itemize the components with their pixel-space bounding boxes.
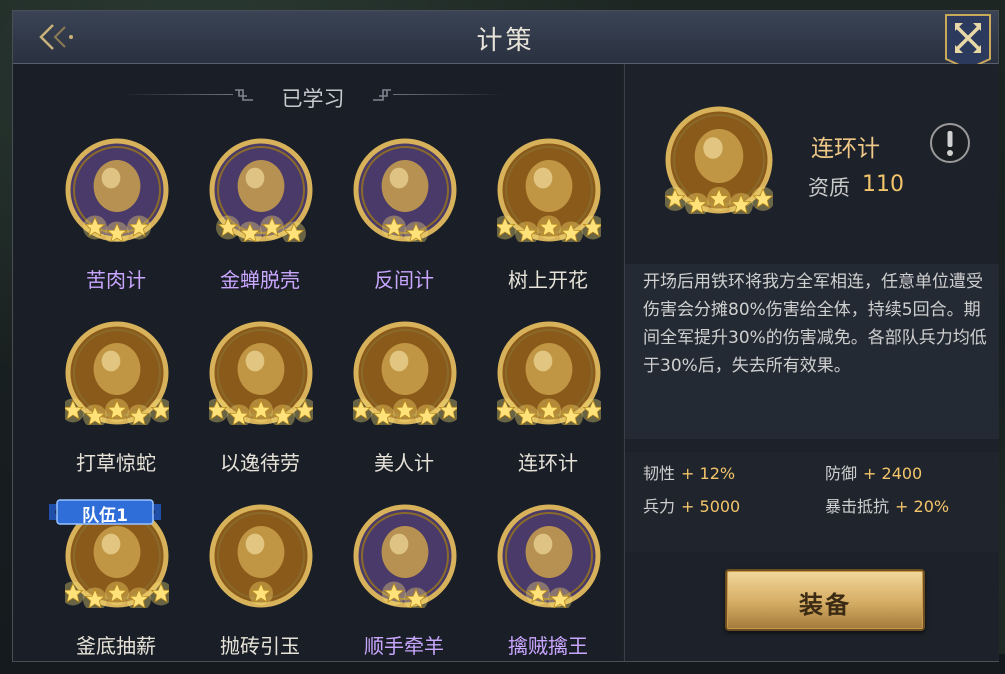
skill-item[interactable]: 以逸待劳 (195, 321, 325, 491)
detail-skill-name: 连环计 (811, 136, 880, 162)
skill-name: 金蝉脱壳 (220, 268, 300, 292)
quality-value: 110 (862, 172, 904, 197)
cicada-icon (209, 138, 313, 246)
skill-description: 开场后用铁环将我方全军相连，任意单位遭受伤害会分摊80%伤害给全体，持续5回合。… (643, 272, 987, 376)
detail-panel: 连环计 资质 110 开场后用铁环将我方全军相连，任意单位遭受伤害会分摊80%伤… (624, 64, 999, 661)
equip-button-label: 装备 (799, 591, 851, 619)
skill-name: 打草惊蛇 (76, 451, 156, 475)
skill-name: 釜底抽薪 (76, 634, 156, 658)
skill-name: 顺手牵羊 (364, 634, 444, 658)
equip-button[interactable]: 装备 (725, 569, 925, 631)
lotus-icon (493, 138, 605, 246)
close-icon[interactable] (943, 13, 993, 71)
chain-icon (663, 106, 775, 217)
brick-icon (209, 504, 313, 608)
skill-name: 抛砖引玉 (220, 634, 300, 658)
ornament-icon (373, 89, 391, 101)
warrior-icon (65, 138, 169, 246)
strategy-window: 计策 已学习 苦肉计 金蝉脱壳 反间计 树上开花打草惊蛇 以逸待劳 美人计 连环计队伍1 釜底… (12, 10, 999, 662)
divider-line (393, 94, 503, 95)
armor-icon (205, 321, 317, 429)
skill-item[interactable]: 苦肉计 (51, 138, 181, 308)
skill-name: 树上开花 (508, 268, 588, 292)
skill-name: 反间计 (374, 268, 434, 292)
skill-item[interactable]: 队伍1 釜底抽薪 (49, 499, 181, 674)
chain-icon (493, 321, 605, 429)
info-icon[interactable] (929, 122, 971, 164)
skill-item[interactable]: 金蝉脱壳 (195, 138, 325, 308)
skill-item[interactable]: 反间计 (339, 138, 469, 308)
skill-name: 连环计 (518, 451, 578, 475)
section-header-learned: 已学习 (123, 81, 503, 111)
stat-defense: 防御 + 2400 (825, 464, 923, 483)
skill-item[interactable]: 树上开花 (483, 138, 613, 308)
section-label: 已学习 (281, 87, 345, 111)
king-icon (497, 504, 601, 612)
skill-name: 以逸待劳 (220, 451, 300, 475)
stat-troops: 兵力 + 5000 (643, 497, 741, 516)
scholar-icon (353, 138, 457, 246)
skill-item[interactable]: 连环计 (483, 321, 613, 491)
stats-box: 韧性 + 12% 防御 + 2400 兵力 + 5000 暴击抵抗 + 20% (625, 452, 999, 552)
skill-item[interactable]: 顺手牵羊 (339, 504, 469, 674)
skill-name: 苦肉计 (86, 268, 146, 292)
stat-crit-resist: 暴击抵抗 + 20% (825, 497, 950, 516)
quality-label: 资质 (808, 176, 850, 200)
skill-item[interactable]: 打草惊蛇 (51, 321, 181, 491)
description-box: 开场后用铁环将我方全军相连，任意单位遭受伤害会分摊80%伤害给全体，持续5回合。… (625, 264, 999, 439)
window-title: 计策 (476, 26, 535, 56)
skill-item[interactable]: 擒贼擒王 (483, 504, 613, 674)
skill-item[interactable]: 抛砖引玉 (195, 504, 325, 674)
snake-icon (61, 321, 173, 429)
goat-icon (353, 504, 457, 612)
beauty-icon (349, 321, 461, 429)
skill-name: 擒贼擒王 (508, 634, 588, 658)
team-badge: 队伍1 (49, 498, 161, 526)
skill-item[interactable]: 美人计 (339, 321, 469, 491)
title-bar: 计策 (13, 11, 998, 71)
stat-toughness: 韧性 + 12% (643, 464, 736, 483)
skill-name: 美人计 (374, 451, 434, 475)
